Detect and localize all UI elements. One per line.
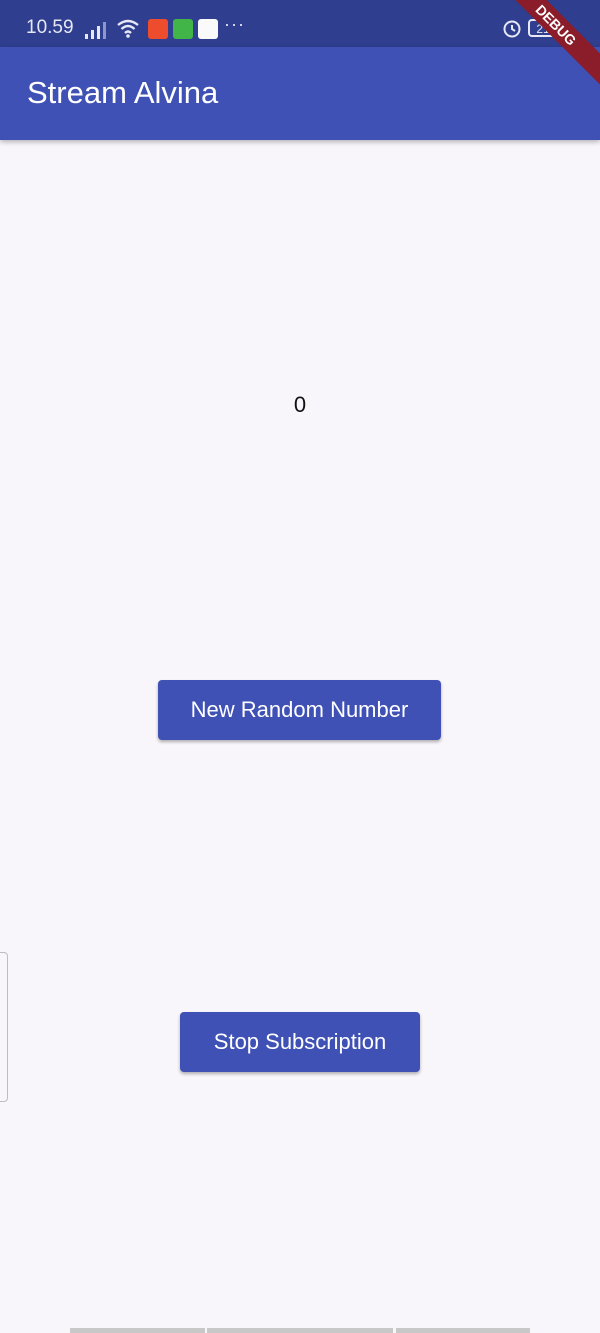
signal-icon	[85, 22, 106, 39]
nav-bar-segment-left	[70, 1328, 205, 1333]
nav-bar-segment-right	[396, 1328, 530, 1333]
tokopedia-app-icon	[173, 19, 193, 39]
tiktok-app-icon	[198, 19, 218, 39]
status-time: 10.59	[26, 17, 74, 38]
app-bar: Stream Alvina	[0, 47, 600, 140]
nav-bar-segment-center	[207, 1328, 393, 1333]
page-title: Stream Alvina	[27, 75, 219, 110]
more-notifications-icon: ···	[224, 14, 245, 34]
stop-subscription-button[interactable]: Stop Subscription	[180, 1012, 420, 1072]
wifi-icon	[117, 19, 139, 38]
random-number-display: 0	[293, 392, 307, 417]
alarm-icon	[503, 20, 521, 38]
status-bar: 10.59 ··· 21	[0, 0, 600, 47]
new-random-number-button[interactable]: New Random Number	[158, 680, 441, 740]
side-edge-handle[interactable]	[0, 952, 8, 1102]
shopee-app-icon	[148, 19, 168, 39]
